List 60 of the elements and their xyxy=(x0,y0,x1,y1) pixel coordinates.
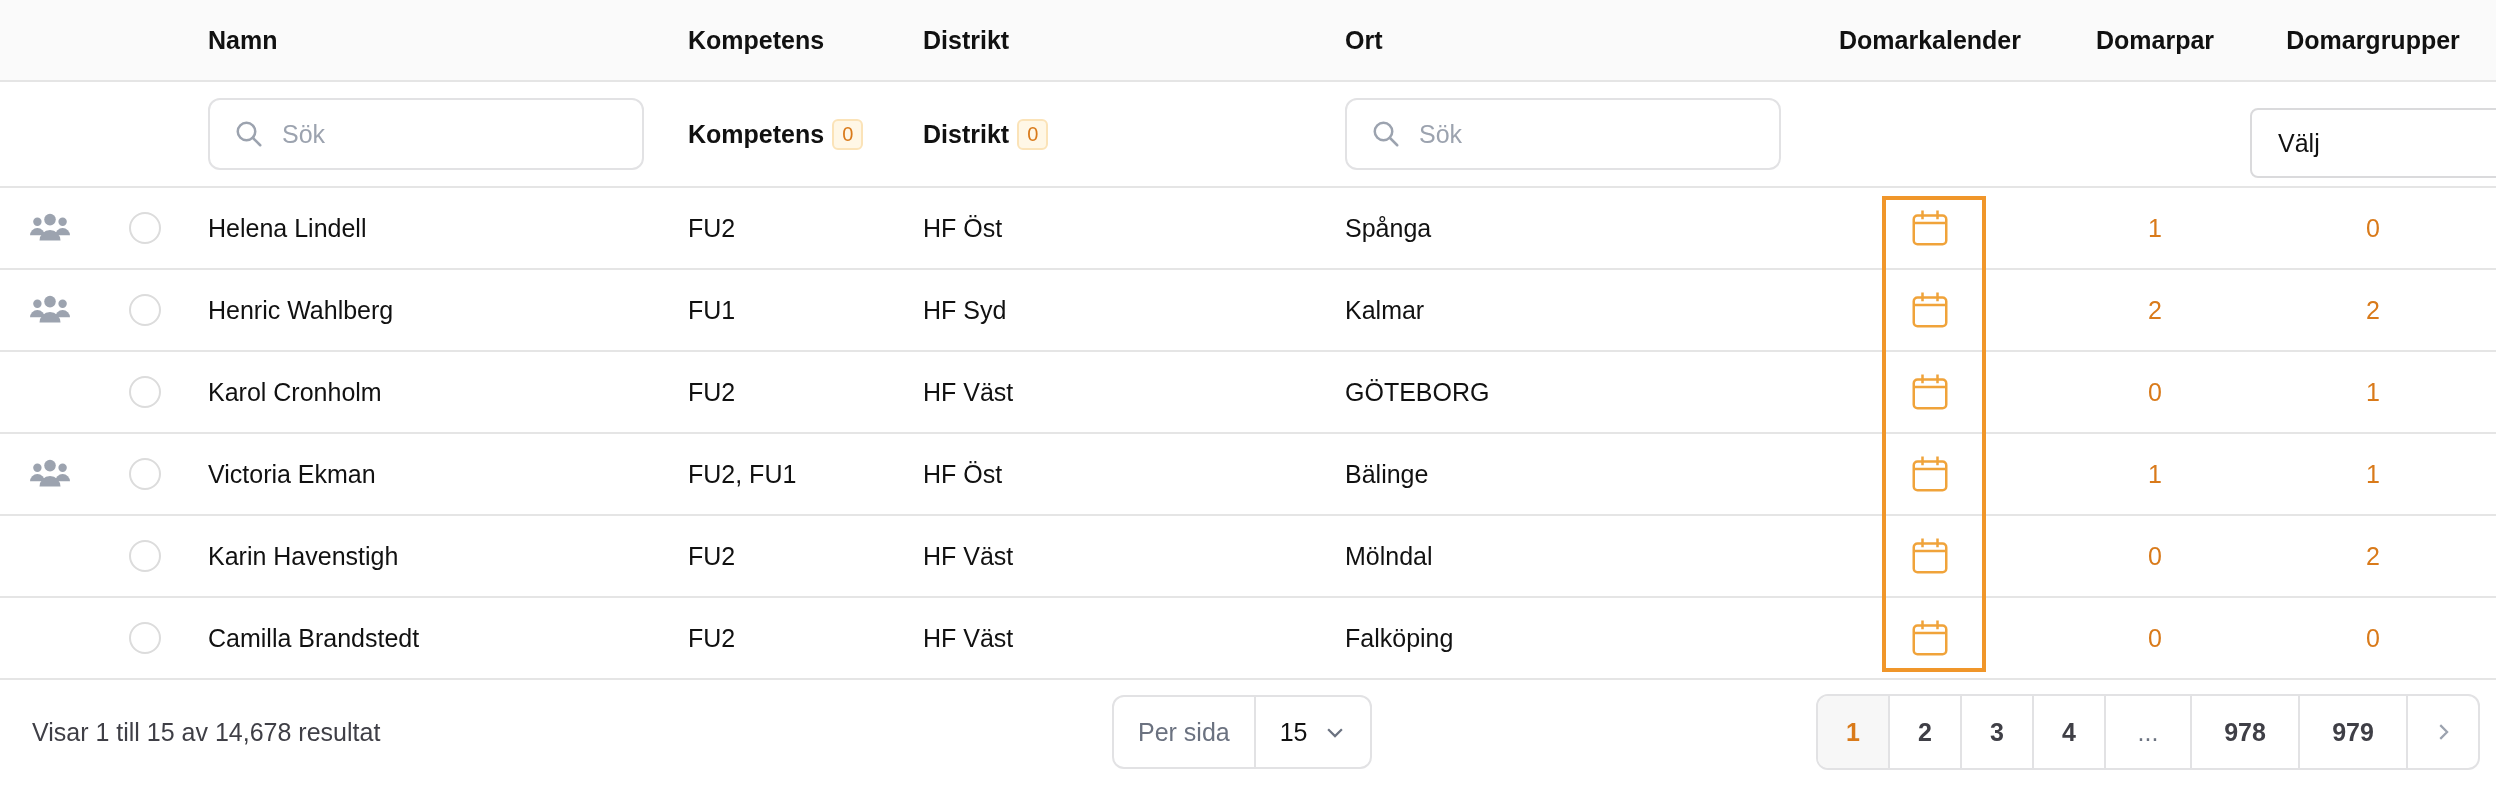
column-header[interactable]: Domarpar xyxy=(2095,25,2215,55)
calendar-icon[interactable] xyxy=(1910,536,1950,576)
calendar-icon[interactable] xyxy=(1910,372,1950,412)
table-cell-text: FU2 xyxy=(687,623,737,653)
radio-button[interactable] xyxy=(129,540,161,572)
table-cell-text: Camilla Brandstedt xyxy=(207,623,421,653)
table-cell-text: Karol Cronholm xyxy=(207,377,383,407)
search-icon xyxy=(234,119,264,149)
table-cell-text: Spånga xyxy=(1344,213,1433,243)
radio-button[interactable] xyxy=(129,622,161,654)
calendar-icon[interactable] xyxy=(1910,454,1950,494)
radio-button[interactable] xyxy=(129,458,161,490)
page-ellipsis: ... xyxy=(2106,696,2192,768)
radio-button[interactable] xyxy=(129,294,161,326)
table-cell-text: FU2 xyxy=(687,377,737,407)
page-button[interactable]: 4 xyxy=(2034,696,2106,768)
filter-label[interactable]: Distrikt xyxy=(923,119,1010,149)
table-cell-text: Karin Havenstigh xyxy=(207,541,400,571)
table-cell-text: FU2, FU1 xyxy=(687,459,798,489)
table-cell-text: FU2 xyxy=(687,213,737,243)
count-badge: 0 xyxy=(1017,118,1049,150)
page-button[interactable]: 3 xyxy=(1962,696,2034,768)
table-cell-text: HF Syd xyxy=(922,295,1008,325)
table-cell-text: HF Väst xyxy=(922,623,1015,653)
table-cell-text: Victoria Ekman xyxy=(207,459,377,489)
table-cell-text: HF Väst xyxy=(922,541,1015,571)
table-cell-text: Bälinge xyxy=(1344,459,1430,489)
select-field[interactable]: Välj xyxy=(2250,108,2496,178)
page-button[interactable]: 2 xyxy=(1890,696,1962,768)
column-header[interactable]: Distrikt xyxy=(905,25,1327,55)
table-cell-text: GÖTEBORG xyxy=(1344,377,1491,407)
filter-label[interactable]: Kompetens xyxy=(688,119,825,149)
table-cell-text: FU2 xyxy=(687,541,737,571)
table-cell-text: Helena Lindell xyxy=(207,213,368,243)
per-page-select[interactable]: Per sida 15 xyxy=(1112,695,1372,769)
calendar-icon[interactable] xyxy=(1910,208,1950,248)
search-field[interactable]: Sök xyxy=(1345,98,1781,170)
table-cell-text: HF Öst xyxy=(922,459,1004,489)
column-header[interactable]: Domarkalender xyxy=(1839,25,2021,55)
table-cell-text: FU1 xyxy=(687,295,737,325)
table-cell-text: Falköping xyxy=(1344,623,1455,653)
search-icon xyxy=(1371,119,1401,149)
results-summary: Visar 1 till 15 av 14,678 resultat xyxy=(32,717,382,747)
table-cell-text: Henric Wahlberg xyxy=(207,295,395,325)
table-cell-text: HF Öst xyxy=(922,213,1004,243)
table-cell-text: HF Väst xyxy=(922,377,1015,407)
count-badge: 0 xyxy=(832,118,864,150)
search-field[interactable]: Sök xyxy=(208,98,644,170)
calendar-icon[interactable] xyxy=(1910,618,1950,658)
column-header[interactable]: Kompetens xyxy=(670,25,905,55)
radio-button[interactable] xyxy=(129,376,161,408)
column-header[interactable]: Namn xyxy=(190,25,670,55)
column-header[interactable]: Domargrupper xyxy=(2286,25,2460,55)
column-header[interactable]: Ort xyxy=(1327,25,1800,55)
calendar-icon[interactable] xyxy=(1910,290,1950,330)
radio-button[interactable] xyxy=(129,212,161,244)
table-cell-text: Mölndal xyxy=(1344,541,1434,571)
page-button[interactable]: 978 xyxy=(2192,696,2300,768)
page-button[interactable]: 979 xyxy=(2300,696,2408,768)
table-cell-text: Kalmar xyxy=(1344,295,1426,325)
